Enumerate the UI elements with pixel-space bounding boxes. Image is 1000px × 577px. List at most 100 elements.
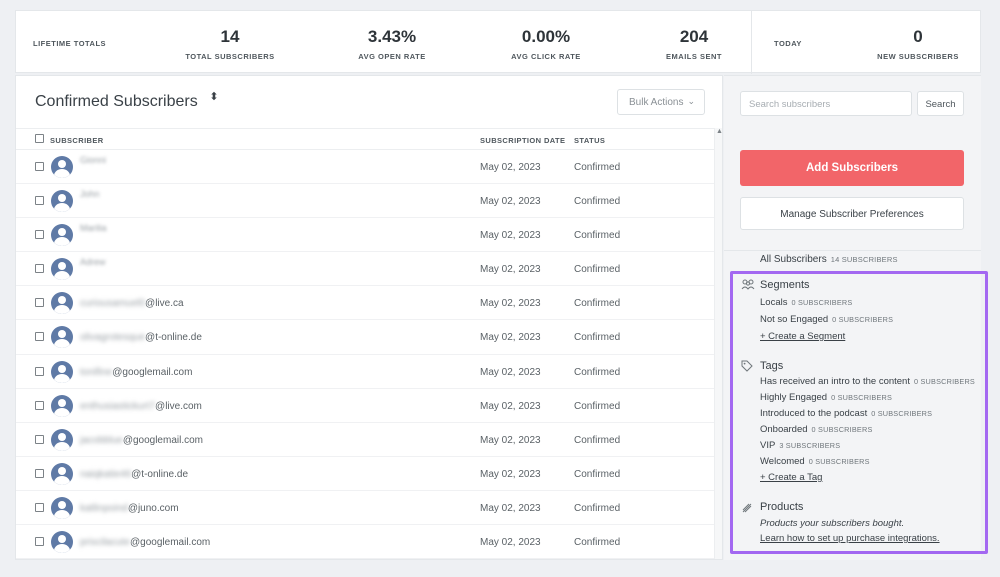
row-checkbox[interactable]	[35, 502, 44, 512]
row-checkbox[interactable]	[35, 400, 44, 410]
table-row[interactable]: Marilia May 02, 2023 Confirmed	[16, 218, 714, 253]
all-subscribers-link[interactable]: All Subscribers 14 SUBSCRIBERS	[760, 254, 898, 265]
table-row[interactable]: Adrew May 02, 2023 Confirmed	[16, 252, 714, 287]
subscription-date: May 02, 2023	[480, 537, 541, 549]
subscriber-email[interactable]: curiousamuel0@live.ca	[80, 298, 184, 309]
row-checkbox[interactable]	[35, 366, 44, 376]
tag-label: Onboarded	[760, 424, 808, 435]
email-domain: @googlemail.com	[122, 434, 203, 446]
stat-label: NEW SUBSCRIBERS	[877, 52, 959, 61]
table-row[interactable]: curiousamuel0@live.ca May 02, 2023 Confirm…	[16, 286, 714, 321]
tag-item[interactable]: Welcomed 0 SUBSCRIBERS	[760, 456, 870, 467]
purchase-integrations-link[interactable]: Learn how to set up purchase integration…	[760, 533, 940, 544]
chevron-down-icon: ⌄	[687, 96, 695, 106]
tag-item[interactable]: VIP 3 SUBSCRIBERS	[760, 440, 840, 451]
email-local-part: naiqkatie46	[80, 468, 132, 480]
avatar	[51, 531, 73, 554]
table-row[interactable]: John May 02, 2023 Confirmed	[16, 184, 714, 219]
stat-value: 14	[220, 27, 240, 46]
avatar	[51, 394, 73, 417]
tag-item[interactable]: Introduced to the podcast 0 SUBSCRIBERS	[760, 408, 932, 419]
segment-item[interactable]: Locals 0 SUBSCRIBERS	[760, 297, 852, 308]
subscription-status: Confirmed	[574, 162, 621, 173]
table-row[interactable]: katlinpoind@juno.com May 02, 2023 Confirme…	[16, 491, 714, 526]
subscription-status: Confirmed	[574, 298, 621, 310]
select-all-checkbox[interactable]	[35, 134, 44, 143]
subscriber-email[interactable]: tonifine@googlemail.com	[80, 367, 192, 378]
subscriber-email[interactable]: katlinpoind@juno.com	[80, 503, 179, 514]
subscription-date: May 02, 2023	[480, 264, 541, 276]
row-checkbox[interactable]	[35, 468, 44, 478]
table-row[interactable]: Gionni May 02, 2023 Confirmed	[16, 150, 714, 185]
subscription-date: May 02, 2023	[480, 332, 541, 344]
subscriber-email[interactable]: olivagrotesque@t-online.de	[80, 332, 202, 343]
stat-avg-click-rate: 0.00% AVG CLICK RATE	[484, 11, 608, 74]
column-header-subscription-date[interactable]: SUBSCRIPTION DATE	[480, 136, 565, 145]
subscription-date: May 02, 2023	[480, 400, 541, 412]
row-checkbox[interactable]	[35, 196, 44, 206]
sort-icon[interactable]: ⬍	[209, 92, 219, 103]
segment-item[interactable]: Not so Engaged 0 SUBSCRIBERS	[760, 314, 893, 325]
stat-new-subscribers: 0 NEW SUBSCRIBERS	[864, 11, 972, 74]
avatar	[51, 326, 73, 349]
subscriber-name[interactable]: Adrew	[80, 257, 106, 267]
create-segment-link[interactable]: + Create a Segment	[760, 331, 845, 342]
search-button[interactable]: Search	[917, 91, 964, 116]
stat-label: AVG CLICK RATE	[511, 52, 581, 61]
tag-item[interactable]: Highly Engaged 0 SUBSCRIBERS	[760, 392, 892, 403]
column-header-status[interactable]: STATUS	[574, 136, 605, 145]
stat-total-subscribers: 14 TOTAL SUBSCRIBERS	[168, 11, 292, 74]
subscription-date: May 02, 2023	[480, 196, 541, 208]
stat-label: EMAILS SENT	[666, 52, 722, 61]
subscription-date: May 02, 2023	[480, 366, 541, 378]
bulk-actions-label: Bulk Actions	[629, 97, 684, 108]
subscriber-email[interactable]: jacobblue@googlemail.com	[80, 435, 203, 446]
table-row[interactable]: priscilacute@googlemail.com May 02, 2023 C…	[16, 525, 714, 559]
table-row[interactable]: jacobblue@googlemail.com May 02, 2023 Conf…	[16, 423, 714, 457]
row-checkbox[interactable]	[35, 434, 44, 444]
email-local-part: jacobblue	[80, 434, 123, 446]
page-title[interactable]: Confirmed Subscribers	[35, 93, 198, 111]
table-row[interactable]: tonifine@googlemail.com May 02, 2023 Confi…	[16, 355, 714, 389]
manage-preferences-button[interactable]: Manage Subscriber Preferences	[740, 197, 964, 230]
subscriber-email[interactable]: priscilacute@googlemail.com	[80, 537, 210, 548]
row-checkbox[interactable]	[35, 332, 44, 342]
email-domain: @t-online.de	[131, 468, 189, 480]
row-checkbox[interactable]	[35, 230, 44, 240]
subscriber-email[interactable]: naiqkatie46@t-online.de	[80, 469, 188, 480]
scrollbar[interactable]: ▲	[714, 128, 722, 559]
subscriber-email[interactable]: enthusiastickurt7@live.com	[80, 401, 202, 412]
stat-value: 3.43%	[367, 27, 417, 46]
tag-count: 0 SUBSCRIBERS	[831, 393, 893, 402]
segment-count: 0 SUBSCRIBERS	[791, 298, 853, 307]
stat-value: 204	[679, 27, 709, 46]
column-header-subscriber[interactable]: SUBSCRIBER	[50, 136, 104, 145]
row-checkbox[interactable]	[35, 162, 44, 171]
subscription-status: Confirmed	[574, 434, 621, 446]
table-row[interactable]: olivagrotesque@t-online.de May 02, 2023 Co…	[16, 320, 714, 355]
avatar	[51, 156, 73, 178]
row-checkbox[interactable]	[35, 298, 44, 308]
table-row[interactable]: naiqkatie46@t-online.de May 02, 2023 Confi…	[16, 457, 714, 491]
email-local-part: enthusiastickurt7	[80, 400, 156, 412]
add-subscribers-button[interactable]: Add Subscribers	[740, 150, 964, 186]
email-local-part: curiousamuel0	[80, 298, 146, 310]
tag-item[interactable]: Onboarded 0 SUBSCRIBERS	[760, 424, 873, 435]
scroll-up-icon[interactable]: ▲	[716, 128, 722, 135]
tag-count: 0 SUBSCRIBERS	[808, 457, 870, 466]
stat-emails-sent: 204 EMAILS SENT	[636, 11, 752, 74]
tag-item[interactable]: Has received an intro to the content 0 SU…	[760, 376, 975, 387]
table-row[interactable]: enthusiastickurt7@live.com May 02, 2023 Co…	[16, 389, 714, 423]
create-tag-link[interactable]: + Create a Tag	[760, 472, 822, 483]
row-checkbox[interactable]	[35, 264, 44, 274]
bulk-actions-dropdown[interactable]: Bulk Actions ⌄	[617, 89, 705, 115]
row-checkbox[interactable]	[35, 537, 44, 547]
email-domain: @juno.com	[127, 502, 179, 514]
stat-value: 0	[913, 27, 923, 46]
subscriber-name[interactable]: Marilia	[80, 223, 107, 233]
subscriber-name[interactable]: John	[80, 189, 100, 199]
subscriber-name[interactable]: Gionni	[80, 155, 106, 165]
segment-label: Locals	[760, 297, 788, 308]
users-icon	[741, 279, 755, 290]
search-input[interactable]: Search subscribers	[740, 91, 912, 116]
